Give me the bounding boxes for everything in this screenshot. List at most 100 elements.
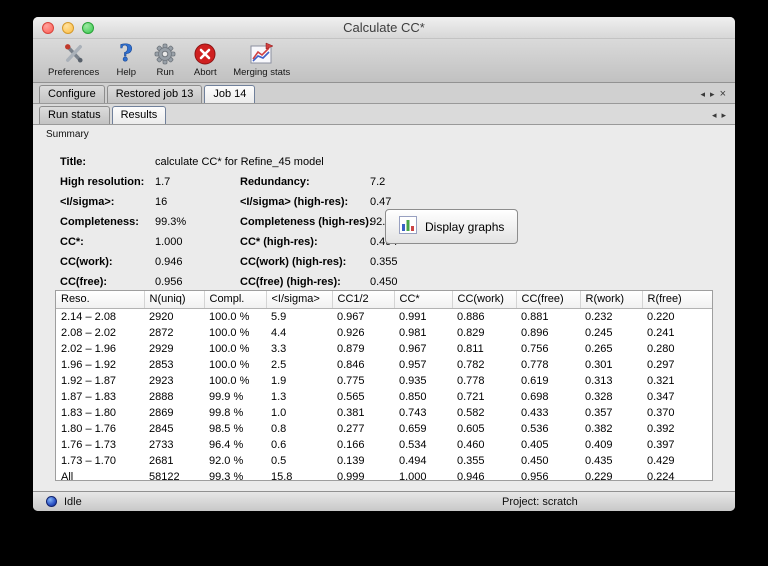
table-cell: 0.896 (521, 327, 549, 339)
table-cell: 2.5 (271, 359, 287, 371)
column-header[interactable]: R(free) (642, 291, 712, 309)
summary-label: <I/sigma> (high-res): (240, 196, 349, 208)
table-cell: 0.313 (585, 375, 613, 387)
zoom-window-button[interactable] (82, 22, 94, 34)
results-table-container[interactable]: Reso. N(uniq) Compl. <I/sigma> CC1/2 CC* CC(wo… (55, 290, 713, 481)
column-header[interactable]: CC1/2 (332, 291, 395, 309)
table-cell: 0.881 (521, 311, 549, 323)
tab-configure[interactable]: Configure (39, 85, 105, 103)
summary-value: 1.7 (155, 176, 171, 188)
traffic-lights (42, 22, 94, 34)
table-cell: 5.9 (271, 311, 287, 323)
summary-label: CC(work) (high-res): (240, 256, 347, 268)
tab-scroll-left-icon[interactable]: ◂ (701, 89, 706, 99)
tab-scroll-right-icon[interactable]: ▸ (710, 89, 715, 99)
table-cell: 2920 (149, 311, 174, 323)
table-cell: 0.321 (647, 375, 675, 387)
column-header[interactable]: N(uniq) (144, 291, 205, 309)
table-cell: 1.3 (271, 391, 287, 403)
table-cell: 0.756 (521, 343, 549, 355)
table-row[interactable]: All 58122 99.3 % 15.8 0.999 1.000 0.946 0.956 0.… (56, 469, 712, 481)
tab-close-icon[interactable]: × (720, 89, 726, 100)
column-header[interactable]: CC(work) (452, 291, 517, 309)
table-cell: 1.76 – 1.73 (61, 439, 117, 451)
table-row[interactable]: 1.96 – 1.92 2853 100.0 % 2.5 0.846 0.957 0.782… (56, 357, 712, 373)
table-cell: 1.000 (399, 471, 427, 481)
column-header[interactable]: R(work) (580, 291, 643, 309)
table-cell: 99.9 % (209, 391, 244, 403)
table-row[interactable]: 1.80 – 1.76 2845 98.5 % 0.8 0.277 0.659 0.605 0… (56, 421, 712, 437)
close-window-button[interactable] (42, 22, 54, 34)
table-cell: 0.355 (457, 455, 485, 467)
table-row[interactable]: 2.14 – 2.08 2920 100.0 % 5.9 0.967 0.991 0.886… (56, 309, 712, 326)
table-row[interactable]: 1.76 – 1.73 2733 96.4 % 0.6 0.166 0.534 0.460 0… (56, 437, 712, 453)
table-cell: 96.4 % (209, 439, 244, 451)
table-cell: 0.357 (585, 407, 613, 419)
table-cell: 0.229 (585, 471, 613, 481)
summary-value: 99.3% (155, 216, 187, 228)
statusbar: Idle Project: scratch (33, 491, 735, 511)
toolbar-button-run[interactable]: Run (148, 41, 182, 78)
table-cell: 0.433 (521, 407, 549, 419)
table-cell: 2929 (149, 343, 174, 355)
table-cell: 92.0 % (209, 455, 244, 467)
column-header[interactable]: <I/sigma> (266, 291, 333, 309)
table-cell: 100.0 % (209, 375, 250, 387)
subtab-controls: ◂ ▸ (709, 110, 729, 124)
table-row[interactable]: 1.73 – 1.70 2681 92.0 % 0.5 0.139 0.494 0.355 0… (56, 453, 712, 469)
table-cell: 0.245 (585, 327, 613, 339)
column-header[interactable]: Reso. (56, 291, 145, 309)
titlebar: Calculate CC* (33, 17, 735, 39)
tab-restored-job-13[interactable]: Restored job 13 (106, 85, 203, 103)
column-header[interactable]: CC(free) (516, 291, 581, 309)
summary-label: Title: (60, 156, 87, 168)
bar-chart-icon (399, 216, 417, 237)
table-row[interactable]: 1.83 – 1.80 2869 99.8 % 1.0 0.381 0.743 0.582 0… (56, 405, 712, 421)
subtab-results[interactable]: Results (111, 106, 167, 124)
table-cell: 0.370 (647, 407, 675, 419)
summary-label: <I/sigma>: (60, 196, 115, 208)
summary-grid: Title: calculate CC* for Refine_45 model H… (60, 152, 401, 292)
table-row[interactable]: 1.87 – 1.83 2888 99.9 % 1.3 0.565 0.850 0.721 0… (56, 389, 712, 405)
table-cell: 4.4 (271, 327, 287, 339)
table-cell: 0.450 (521, 455, 549, 467)
table-cell: 98.5 % (209, 423, 244, 435)
subtab-run-status[interactable]: Run status (39, 106, 110, 124)
table-cell: 0.775 (337, 375, 365, 387)
table-cell: 2845 (149, 423, 174, 435)
table-cell: 0.778 (521, 359, 549, 371)
table-cell: 0.946 (457, 471, 485, 481)
table-cell: 0.811 (457, 343, 484, 355)
table-row[interactable]: 2.02 – 1.96 2929 100.0 % 3.3 0.879 0.967 0.811… (56, 341, 712, 357)
toolbar-button-label: Preferences (48, 67, 100, 78)
column-header[interactable]: CC* (394, 291, 453, 309)
abort-icon (193, 41, 217, 66)
table-row[interactable]: 2.08 – 2.02 2872 100.0 % 4.4 0.926 0.981 0.829… (56, 325, 712, 341)
toolbar-button-label: Run (156, 67, 174, 78)
table-cell: 0.536 (521, 423, 549, 435)
status-indicator-icon (46, 496, 57, 507)
table-cell: 0.850 (399, 391, 427, 403)
toolbar-button-preferences[interactable]: Preferences (43, 41, 104, 78)
display-graphs-button[interactable]: Display graphs (385, 209, 519, 244)
tab-scroll-left-icon[interactable]: ◂ (712, 110, 717, 120)
column-header[interactable]: Compl. (204, 291, 267, 309)
table-row[interactable]: 1.92 – 1.87 2923 100.0 % 1.9 0.775 0.935 0.778… (56, 373, 712, 389)
table-cell: 3.3 (271, 343, 287, 355)
toolbar-button-abort[interactable]: Abort (188, 41, 222, 78)
toolbar-button-label: Help (116, 67, 136, 78)
toolbar-button-help[interactable]: ? Help (110, 41, 142, 78)
table-cell: 1.9 (271, 375, 287, 387)
summary-value: 7.2 (370, 176, 386, 188)
results-table: Reso. N(uniq) Compl. <I/sigma> CC1/2 CC* CC(wo… (56, 291, 712, 481)
table-cell: 0.956 (521, 471, 549, 481)
tab-job-14[interactable]: Job 14 (204, 85, 256, 103)
table-cell: 0.241 (647, 327, 675, 339)
table-cell: 0.935 (399, 375, 427, 387)
toolbar-button-merging-stats[interactable]: Merging stats (228, 41, 295, 78)
table-cell: 0.280 (647, 343, 675, 355)
minimize-window-button[interactable] (62, 22, 74, 34)
tab-scroll-right-icon[interactable]: ▸ (721, 110, 726, 120)
table-cell: 0.534 (399, 439, 427, 451)
summary-label: CC* (high-res): (240, 236, 318, 248)
